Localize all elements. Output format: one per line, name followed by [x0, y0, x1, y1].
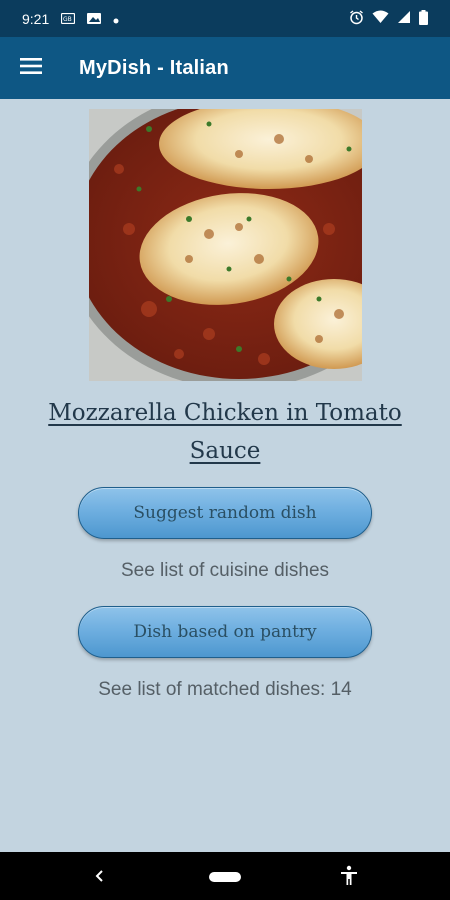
signal-icon	[397, 10, 411, 27]
matched-dishes-link[interactable]: See list of matched dishes: 14	[0, 679, 450, 701]
alarm-icon	[349, 9, 364, 28]
cuisine-dishes-link[interactable]: See list of cuisine dishes	[0, 560, 450, 582]
status-bar: 9:21 GB	[0, 0, 450, 37]
svg-text:GB: GB	[63, 16, 72, 23]
app-bar: MyDish - Italian	[0, 37, 450, 99]
hamburger-menu-icon	[20, 58, 42, 78]
back-icon[interactable]	[88, 864, 112, 888]
status-time: 9:21	[22, 10, 50, 27]
image-icon	[87, 11, 102, 27]
dish-based-on-pantry-button[interactable]: Dish based on pantry	[78, 606, 372, 658]
accessibility-icon[interactable]	[337, 864, 361, 888]
dish-photo[interactable]	[89, 109, 362, 381]
menu-button[interactable]	[0, 37, 62, 99]
suggest-random-dish-button[interactable]: Suggest random dish	[78, 487, 372, 539]
gallery-icon: GB	[61, 11, 76, 27]
navigation-bar	[0, 852, 450, 900]
battery-icon	[419, 9, 428, 28]
dot-icon	[113, 11, 119, 27]
status-left: 9:21 GB	[22, 11, 119, 27]
app-title: MyDish - Italian	[79, 56, 229, 79]
status-right	[349, 9, 428, 28]
home-pill-icon[interactable]	[209, 872, 241, 882]
dish-title-link[interactable]: Mozzarella Chicken in Tomato Sauce	[20, 394, 430, 470]
wifi-icon	[372, 10, 389, 27]
